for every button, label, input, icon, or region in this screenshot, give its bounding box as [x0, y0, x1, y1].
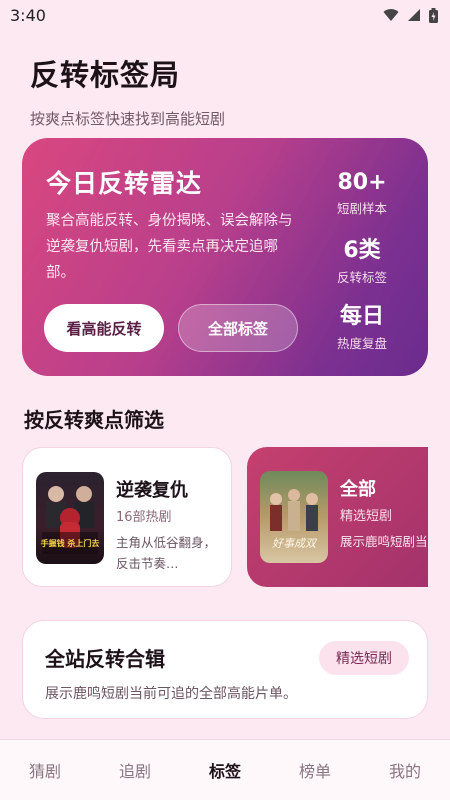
stat-value: 80+	[337, 170, 387, 195]
collection-title: 全站反转合辑	[45, 647, 165, 671]
cellular-icon	[408, 9, 420, 21]
reversal-radar-card: 今日反转雷达 聚合高能反转、身份揭晓、误会解除与逆袭复仇短剧，先看卖点再决定追哪…	[22, 138, 428, 376]
category-description: 展示鹿鸣短剧当前可追的全部…	[340, 534, 428, 549]
poster-image: 手握钱 杀上门去	[36, 472, 104, 564]
stat-samples: 80+ 短剧样本	[312, 170, 412, 217]
page-header: 反转标签局 按爽点标签快速找到高能短剧	[30, 52, 420, 129]
all-tags-button[interactable]: 全部标签	[178, 304, 298, 352]
tab-tags[interactable]: 标签	[180, 758, 270, 782]
category-name: 全部	[340, 479, 376, 500]
category-card-all[interactable]: 好事成双 全部 精选短剧 展示鹿鸣短剧当前可追的全部…	[247, 447, 428, 587]
stat-value: 6类	[343, 238, 381, 263]
tab-rankings[interactable]: 榜单	[270, 758, 360, 782]
category-count: 16部热剧	[116, 510, 172, 525]
stat-label: 短剧样本	[336, 201, 387, 216]
tab-me[interactable]: 我的	[360, 758, 450, 782]
battery-icon	[429, 7, 438, 23]
high-energy-reversal-button[interactable]: 看高能反转	[44, 304, 164, 352]
filter-section-title: 按反转爽点筛选	[24, 408, 164, 432]
tab-guess[interactable]: 猜剧	[0, 758, 90, 782]
category-name: 逆袭复仇	[116, 480, 188, 501]
status-time: 3:40	[10, 5, 46, 25]
stat-value: 每日	[339, 304, 384, 329]
stat-daily-review: 每日 热度复盘	[312, 298, 412, 352]
stat-tag-types: 6类 反转标签	[312, 232, 412, 286]
poster-title: 好事成双	[272, 537, 318, 550]
stat-label: 热度复盘	[336, 336, 387, 351]
stat-label: 反转标签	[336, 270, 387, 285]
site-reversal-collection-card[interactable]: 全站反转合辑 精选短剧 展示鹿鸣短剧当前可追的全部高能片单。	[22, 620, 428, 719]
category-card-revenge[interactable]: 手握钱 杀上门去 逆袭复仇 16部热剧 主角从低谷翻身，反击节奏…	[22, 447, 232, 587]
poster-title: 手握钱 杀上门去	[41, 538, 100, 548]
category-description: 主角从低谷翻身，反击节奏…	[116, 535, 217, 571]
hero-title: 今日反转雷达	[46, 169, 203, 198]
collection-description: 展示鹿鸣短剧当前可追的全部高能片单。	[45, 686, 297, 702]
page-subtitle: 按爽点标签快速找到高能短剧	[30, 110, 226, 128]
hero-description: 聚合高能反转、身份揭晓、误会解除与逆袭复仇短剧，先看卖点再决定追哪部。	[46, 213, 293, 281]
status-icons	[383, 7, 438, 23]
wifi-icon	[383, 9, 399, 21]
status-bar: 3:40	[0, 0, 450, 30]
featured-dramas-button[interactable]: 精选短剧	[319, 641, 409, 675]
bottom-tab-bar: 猜剧 追剧 标签 榜单 我的	[0, 739, 450, 800]
category-count: 精选短剧	[340, 509, 393, 524]
poster-image: 好事成双	[260, 471, 328, 563]
page-title: 反转标签局	[30, 58, 181, 92]
tab-follow[interactable]: 追剧	[90, 758, 180, 782]
